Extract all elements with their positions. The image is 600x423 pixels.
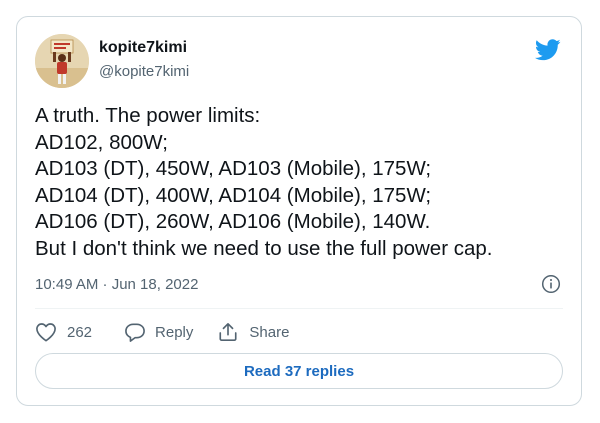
tweet-line: AD102, 800W; <box>35 130 168 154</box>
author-handle[interactable]: @kopite7kimi <box>99 63 189 80</box>
author-display-name[interactable]: kopite7kimi <box>99 39 187 57</box>
like-button[interactable]: 262 <box>35 322 92 342</box>
share-icon <box>219 323 237 341</box>
reply-button[interactable]: Reply <box>124 322 193 342</box>
info-icon[interactable] <box>541 274 561 294</box>
like-count: 262 <box>67 323 93 341</box>
tweet-line: AD106 (DT), 260W, AD106 (Mobile), 140W. <box>35 210 431 234</box>
read-replies-button[interactable]: Read 37 replies <box>35 353 563 389</box>
share-label: Share <box>249 323 290 341</box>
twitter-bird-icon[interactable] <box>535 39 561 61</box>
tweet-card: kopite7kimi @kopite7kimi A truth. The po… <box>16 16 582 406</box>
tweet-text: A truth. The power limits: AD102, 800W; … <box>35 103 571 263</box>
reply-bubble-icon <box>125 323 145 342</box>
author-avatar[interactable] <box>35 34 89 88</box>
tweet-timestamp[interactable]: 10:49 AM · Jun 18, 2022 <box>35 276 198 293</box>
tweet-line: But I don't think we need to use the ful… <box>35 236 493 260</box>
tweet-actions: 262 Reply Share <box>35 320 289 344</box>
tweet-line: AD103 (DT), 450W, AD103 (Mobile), 175W; <box>35 157 432 181</box>
tweet-line: A truth. The power limits: <box>35 104 261 127</box>
tweet-line: AD104 (DT), 400W, AD104 (Mobile), 175W; <box>35 183 432 207</box>
reply-label: Reply <box>155 323 194 341</box>
share-button[interactable]: Share <box>217 322 289 342</box>
heart-icon <box>36 323 56 342</box>
divider <box>35 308 563 309</box>
avatar-image <box>35 34 89 88</box>
